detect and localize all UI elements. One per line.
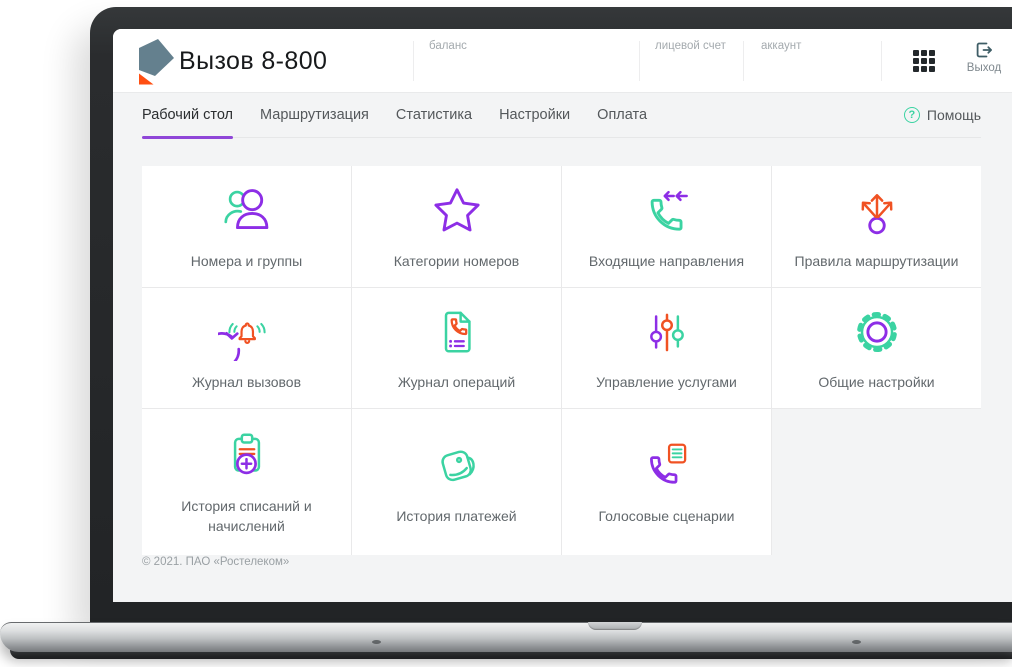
tile-voice-scenarios[interactable]: Голосовые сценарии [562, 409, 771, 555]
logout-icon [976, 42, 992, 58]
logout-button[interactable]: Выход [953, 40, 1012, 74]
operations-log-icon [444, 311, 471, 353]
rostelecom-logo-icon [139, 39, 174, 85]
account-field-label: аккаунт [761, 40, 802, 52]
sliders-icon [649, 313, 684, 352]
divider [743, 41, 744, 81]
tile-service-management[interactable]: Управление услугами [562, 288, 771, 408]
laptop-foot [372, 640, 381, 644]
app-title: Вызов 8-800 [179, 46, 328, 75]
app-header: Вызов 8-800 баланс лицевой счет аккаунт … [113, 29, 1012, 93]
main-nav: Рабочий стол Маршрутизация Статистика На… [142, 93, 981, 139]
laptop-foot [852, 640, 861, 644]
tile-routing-rules[interactable]: Правила маршрутизации [772, 166, 981, 287]
empty-grid-cell [772, 409, 981, 555]
grid-apps-icon[interactable] [913, 50, 936, 73]
tab-desktop[interactable]: Рабочий стол [142, 93, 234, 139]
laptop-base [0, 622, 1012, 652]
dashboard-tile-grid: Номера и группы Категории номеров Входящ… [142, 166, 981, 555]
tile-call-log[interactable]: Журнал вызовов [142, 288, 351, 408]
tile-label: Журнал вызовов [191, 374, 302, 391]
tile-label: История списаний и начислений [181, 498, 312, 534]
personal-account-field-label: лицевой счет [655, 40, 726, 52]
tile-label: Входящие направления [588, 252, 745, 269]
tile-label: Голосовые сценарии [598, 508, 735, 525]
wallet-icon [440, 450, 475, 482]
tile-charges-history[interactable]: История списаний и начислений [142, 409, 351, 555]
tile-label: Управление услугами [596, 374, 737, 391]
tile-label: Категории номеров [393, 252, 520, 269]
divider [881, 41, 882, 81]
tile-number-categories[interactable]: Категории номеров [352, 166, 561, 287]
tile-payment-history[interactable]: История платежей [352, 409, 561, 555]
tab-payment[interactable]: Оплата [597, 93, 647, 137]
tile-label: История платежей [396, 508, 517, 525]
laptop-screen: Вызов 8-800 баланс лицевой счет аккаунт … [113, 29, 1012, 602]
gear-icon [856, 312, 897, 353]
divider [639, 41, 640, 81]
laptop-lid-notch [588, 622, 642, 630]
tile-general-settings[interactable]: Общие настройки [772, 288, 981, 408]
star-icon [433, 188, 480, 232]
tile-operations-log[interactable]: Журнал операций [352, 288, 561, 408]
question-circle-icon: ? [903, 107, 920, 123]
tile-numbers-groups[interactable]: Номера и группы [142, 166, 351, 287]
help-link[interactable]: ? Помощь [903, 107, 981, 123]
tab-statistics[interactable]: Статистика [396, 93, 472, 137]
logout-label: Выход [966, 62, 1002, 74]
tab-settings[interactable]: Настройки [499, 93, 570, 137]
divider [413, 41, 414, 81]
incoming-call-icon [650, 190, 688, 231]
copyright-text: © 2021. ПАО «Ростелеком» [142, 556, 290, 568]
tile-label: Журнал операций [397, 374, 516, 391]
tile-incoming-directions[interactable]: Входящие направления [562, 166, 771, 287]
help-label: Помощь [926, 107, 981, 123]
tab-routing[interactable]: Маршрутизация [260, 93, 369, 137]
call-log-icon [217, 322, 266, 362]
users-icon [223, 188, 268, 229]
clipboard-plus-icon [233, 433, 260, 475]
tile-label: Общие настройки [818, 374, 935, 391]
voice-script-icon [649, 443, 686, 484]
tile-label: Правила маршрутизации [794, 252, 959, 269]
routing-arrows-icon [861, 193, 892, 234]
tile-label: Номера и группы [190, 252, 303, 269]
balance-field-label: баланс [429, 40, 467, 52]
